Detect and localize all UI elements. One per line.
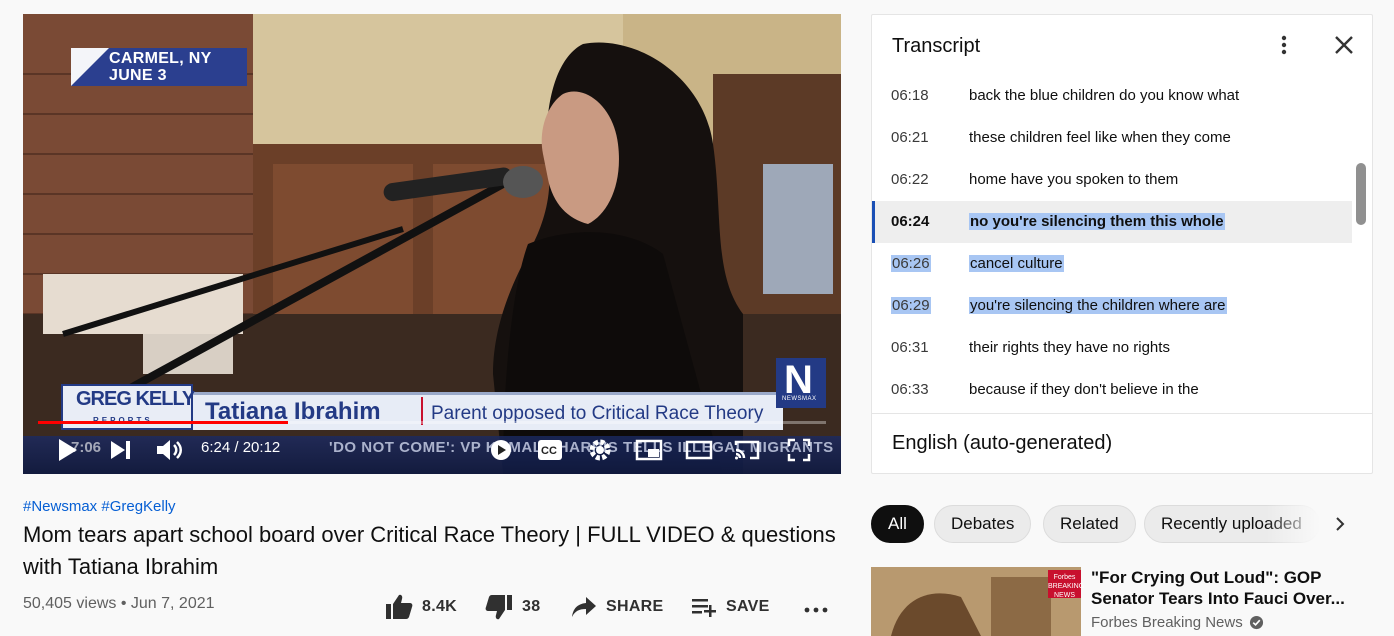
transcript-segment-list[interactable]: 06:18 back the blue children do you know … [872, 77, 1372, 413]
transcript-header: Transcript [872, 15, 1372, 77]
segment-text: these children feel like when they come [969, 129, 1231, 146]
like-count: 8.4K [422, 598, 457, 615]
transcript-segment[interactable]: 06:24 no you're silencing them this whole [872, 201, 1352, 243]
channel-name: Forbes Breaking News [1091, 614, 1243, 631]
settings-gear-icon[interactable] [587, 437, 613, 463]
close-icon[interactable] [1332, 33, 1356, 57]
transcript-title: Transcript [892, 35, 981, 57]
segment-text-content: their rights they have no rights [969, 339, 1170, 356]
segment-timestamp: 06:31 [891, 339, 929, 356]
transcript-segment[interactable]: 06:22 home have you spoken to them [872, 159, 1352, 201]
recommendation-title-line2: Senator Tears Into Fauci Over... [1091, 589, 1345, 608]
segment-text-content: these children feel like when they come [969, 129, 1231, 146]
next-icon[interactable] [109, 439, 133, 461]
chip-fade [1266, 505, 1320, 543]
playlist-add-icon [692, 599, 716, 617]
theater-mode-icon[interactable] [685, 440, 713, 460]
dislike-count: 38 [522, 598, 541, 615]
svg-text:CC: CC [541, 445, 557, 457]
show-logo-text: GREG KELLY [76, 388, 195, 410]
segment-text: back the blue children do you know what [969, 87, 1239, 104]
recommendation-channel[interactable]: Forbes Breaking News [1091, 614, 1264, 631]
transcript-segment[interactable]: 06:31 their rights they have no rights [872, 327, 1352, 369]
segment-timestamp: 06:21 [891, 129, 929, 146]
segment-timestamp: 06:22 [891, 171, 929, 188]
volume-icon[interactable] [155, 437, 183, 463]
segment-text: because if they don't believe in the [969, 381, 1199, 398]
segment-text-content: because if they don't believe in the [969, 381, 1199, 398]
location-line1: CARMEL, NY [109, 50, 212, 67]
segment-text-content: home have you spoken to them [969, 171, 1179, 188]
segment-text: home have you spoken to them [969, 171, 1178, 188]
autoplay-toggle-icon[interactable] [489, 438, 513, 462]
location-line2: JUNE 3 [109, 67, 167, 84]
transcript-segment[interactable]: 06:18 back the blue children do you know … [872, 77, 1352, 117]
transcript-footer[interactable]: English (auto-generated) [872, 413, 1372, 473]
network-logo: N NEWSMAX [776, 358, 826, 408]
segment-text: cancel culture [969, 255, 1064, 272]
transcript-segment[interactable]: 06:26 cancel culture [872, 243, 1352, 285]
chip-related[interactable]: Related [1043, 505, 1136, 543]
verified-check-icon [1249, 615, 1263, 630]
share-button[interactable]: SHARE [570, 592, 664, 622]
video-title: Mom tears apart school board over Critic… [23, 522, 836, 579]
transcript-segment[interactable]: 06:29 you're silencing the children where… [872, 285, 1352, 327]
segment-text: no you're silencing them this whole [969, 213, 1225, 230]
share-icon [572, 597, 596, 617]
captions-icon[interactable]: CC [537, 439, 563, 461]
chip-all[interactable]: All [871, 505, 924, 543]
segment-text: you're silencing the children where are [969, 297, 1227, 314]
thumbs-up-icon [386, 594, 413, 619]
transcript-segment[interactable]: 06:33 because if they don't believe in th… [872, 369, 1352, 411]
fullscreen-icon[interactable] [787, 438, 811, 462]
upload-date: Jun 7, 2021 [130, 595, 215, 612]
video-meta: 50,405 views • Jun 7, 2021 [23, 595, 215, 612]
chip-debates[interactable]: Debates [934, 505, 1032, 543]
segment-text: their rights they have no rights [969, 339, 1170, 356]
cast-icon[interactable] [733, 438, 761, 462]
play-icon[interactable] [55, 437, 81, 463]
segment-text-content: you're silencing the children where are [969, 297, 1227, 314]
current-time: 6:24 [201, 439, 231, 456]
duration: 20:12 [242, 439, 281, 456]
share-label: SHARE [606, 598, 664, 615]
video-hashtags[interactable]: #Newsmax #GregKelly [23, 498, 176, 515]
segment-timestamp: 06:33 [891, 381, 929, 398]
miniplayer-icon[interactable] [635, 439, 663, 461]
network-logo-sub: NEWSMAX [782, 396, 817, 402]
segment-timestamp: 06:29 [891, 297, 931, 314]
more-horiz-icon[interactable] [802, 602, 830, 618]
segment-timestamp: 06:26 [891, 255, 931, 272]
chevron-right-icon[interactable] [1330, 514, 1350, 534]
segment-text-content: cancel culture [969, 255, 1064, 272]
video-player[interactable]: CARMEL, NY JUNE 3 GREG KELLY REPORTS Tat… [23, 14, 841, 474]
thumbs-down-icon [485, 595, 512, 620]
save-button[interactable]: SAVE [690, 592, 770, 622]
forbes-logo: Forbes BREAKING NEWS [1048, 570, 1084, 599]
like-button[interactable]: 8.4K [384, 592, 457, 622]
view-count: 50,405 views [23, 595, 117, 612]
segment-timestamp: 06:24 [891, 213, 930, 230]
save-label: SAVE [726, 598, 770, 615]
location-text: CARMEL, NY JUNE 3 [109, 50, 212, 84]
more-vert-icon[interactable] [1272, 33, 1296, 57]
transcript-language[interactable]: English (auto-generated) [892, 432, 1112, 455]
transcript-panel: Transcript 06:18 back the blue children d… [871, 14, 1373, 474]
transcript-scrollbar[interactable] [1356, 163, 1366, 225]
segment-text-content: no you're silencing them this whole [969, 213, 1225, 230]
segment-timestamp: 06:18 [891, 87, 929, 104]
recommendation-title[interactable]: "For Crying Out Loud": GOP Senator Tears… [1091, 567, 1361, 609]
recommendation-title-line1: "For Crying Out Loud": GOP [1091, 568, 1322, 587]
progress-played [38, 421, 288, 424]
transcript-segment[interactable]: 06:21 these children feel like when they … [872, 117, 1352, 159]
segment-text-content: back the blue children do you know what [969, 87, 1240, 104]
time-readout: 6:24 / 20:12 [201, 439, 281, 456]
dislike-button[interactable]: 38 [484, 592, 540, 622]
